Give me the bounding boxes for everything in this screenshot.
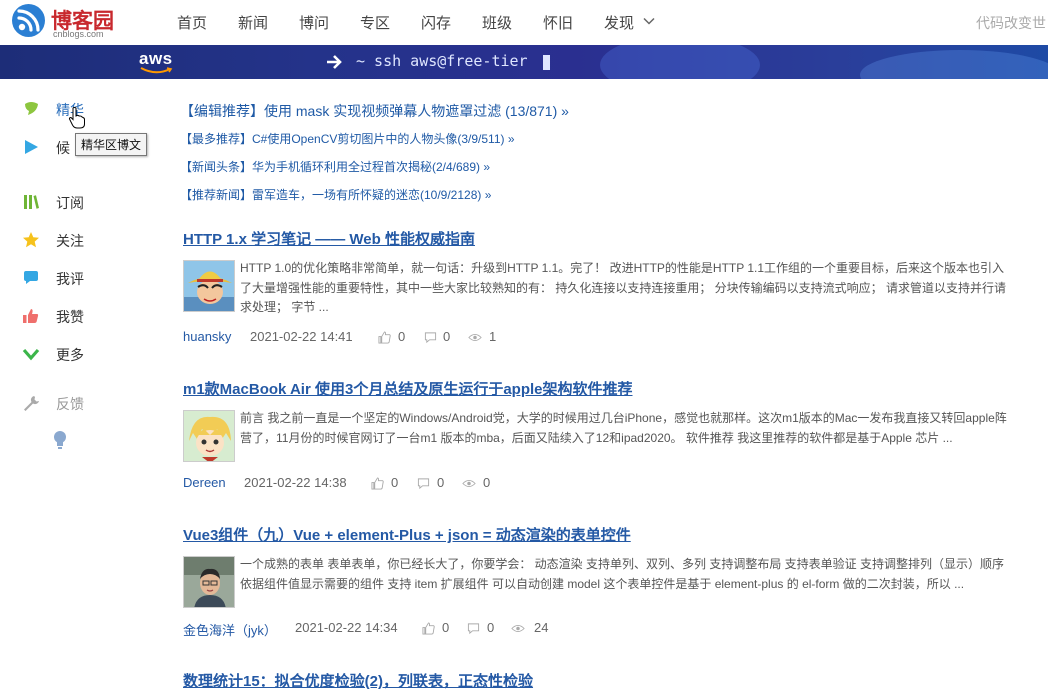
nav-nostalgia[interactable]: 怀旧 [543, 12, 573, 33]
post-title[interactable]: m1款MacBook Air 使用3个月总结及原生运行于apple架构软件推荐 [183, 378, 633, 399]
sidebar-item-my-likes[interactable]: 我赞 [22, 304, 152, 328]
post-comment-count: 0 [487, 620, 495, 635]
post-view-count: 1 [489, 329, 497, 344]
logo-subtitle: cnblogs.com [53, 29, 104, 39]
eye-icon [511, 625, 525, 632]
banner-command: ~ ssh aws@free-tier [356, 52, 528, 70]
post-like-count: 0 [391, 475, 399, 490]
post-summary: HTTP 1.0的优化策略非常简单，就一句话：升级到HTTP 1.1。完了！ 改… [240, 261, 1007, 314]
sidebar-item-featured[interactable]: 精华 [22, 97, 152, 121]
sidebar-item-label: 候 [56, 140, 70, 156]
eye-icon [468, 334, 482, 341]
books-icon [24, 195, 39, 209]
comment-icon[interactable] [424, 331, 437, 344]
nav-class[interactable]: 班级 [482, 12, 512, 33]
aws-ad-banner[interactable]: aws ~ ssh aws@free-tier [0, 45, 1048, 79]
sidebar-item-more[interactable]: 更多 [22, 342, 152, 366]
post-author[interactable]: 金色海洋（jyk） [183, 620, 277, 639]
sidebar-item-label: 订阅 [56, 195, 84, 211]
nav-zone[interactable]: 专区 [360, 12, 390, 33]
sidebar-item-label: 我赞 [56, 309, 84, 325]
terminal-cursor [543, 55, 550, 70]
sidebar-item-feedback[interactable]: 反馈 [22, 391, 152, 415]
tooltip: 精华区博文 [75, 133, 148, 156]
post-title[interactable]: HTTP 1.x 学习笔记 —— Web 性能权威指南 [183, 228, 475, 249]
post-meta: 金色海洋（jyk） 2021-02-22 14:34 0 0 24 [183, 618, 583, 638]
sidebar-item-label: 关注 [56, 233, 84, 249]
post-date: 2021-02-22 14:38 [244, 475, 347, 490]
rec-editor-pick[interactable]: 【编辑推荐】使用 mask 实现视频弹幕人物遮罩过滤 (13/871) » [180, 101, 569, 121]
rec-headline-news[interactable]: 【新闻头条】华为手机循环利用全过程首次揭秘(2/4/689) » [180, 158, 490, 175]
hand-cursor-icon [68, 107, 85, 129]
chevron-down-icon[interactable] [642, 14, 656, 28]
post-like-count: 0 [398, 329, 406, 344]
post-author[interactable]: huansky [183, 329, 231, 344]
post-title[interactable]: 数理统计15：拟合优度检验(2)，列联表，正态性检验 [183, 670, 533, 691]
avatar[interactable] [183, 556, 235, 608]
banner-decoration [860, 50, 1048, 79]
sidebar-item-subscribe[interactable]: 订阅 [22, 190, 152, 214]
play-icon [25, 140, 38, 154]
post-title[interactable]: Vue3组件（九）Vue + element-Plus + json = 动态渲… [183, 524, 631, 545]
post-view-count: 24 [534, 620, 549, 635]
nav-discover[interactable]: 发现 [604, 12, 634, 33]
post-author[interactable]: Dereen [183, 475, 226, 490]
post-comment-count: 0 [443, 329, 451, 344]
nav-home[interactable]: 首页 [177, 12, 207, 33]
nav-news[interactable]: 新闻 [238, 12, 268, 33]
wrench-icon [24, 396, 39, 411]
site-slogan: 代码改变世 [976, 15, 1046, 31]
top-navbar: 博客园 cnblogs.com 首页 新闻 博问 专区 闪存 班级 怀旧 发现 … [0, 0, 1048, 44]
sidebar-item-my-comments[interactable]: 我评 [22, 266, 152, 290]
comment-icon[interactable] [467, 622, 480, 635]
site-logo[interactable]: 博客园 cnblogs.com [12, 4, 122, 40]
thumbs-up-icon[interactable] [371, 477, 384, 490]
aws-smile-icon [140, 67, 173, 74]
post-summary: 一个成熟的表单 表单表单，你已经长大了，你要学会： 动态渲染 支持单列、双列、多… [240, 557, 1005, 591]
post-like-count: 0 [442, 620, 450, 635]
post-meta: huansky 2021-02-22 14:41 0 0 1 [183, 327, 583, 347]
comment-icon[interactable] [417, 477, 430, 490]
arrow-right-icon [327, 55, 342, 69]
avatar[interactable] [183, 410, 235, 462]
lightbulb-icon[interactable] [52, 430, 68, 450]
nav-flash[interactable]: 闪存 [421, 12, 451, 33]
avatar[interactable] [183, 260, 235, 312]
eye-icon [462, 480, 476, 487]
sidebar-item-label: 反馈 [56, 396, 84, 412]
thumbs-up-icon[interactable] [422, 622, 435, 635]
banner-decoration [600, 45, 760, 79]
thumbs-up-icon [23, 309, 39, 323]
rec-most-recommended[interactable]: 【最多推荐】C#使用OpenCV剪切图片中的人物头像(3/9/511) » [180, 130, 515, 147]
sidebar-item-label: 更多 [56, 347, 84, 363]
rss-logo-icon [12, 4, 45, 37]
diamond-icon [25, 102, 38, 115]
rec-recommended-news[interactable]: 【推荐新闻】雷军造车，一场有所怀疑的迷恋(10/9/2128) » [180, 186, 491, 203]
post-summary: 前言 我之前一直是一个坚定的Windows/Android党，大学的时候用过几台… [240, 411, 1007, 445]
post-date: 2021-02-22 14:41 [250, 329, 353, 344]
nav-questions[interactable]: 博问 [299, 12, 329, 33]
post-date: 2021-02-22 14:34 [295, 620, 398, 635]
aws-logo: aws [139, 49, 173, 68]
thumbs-up-icon[interactable] [378, 331, 391, 344]
post-meta: Dereen 2021-02-22 14:38 0 0 0 [183, 473, 583, 493]
chevron-down-icon [22, 348, 40, 361]
star-icon [23, 232, 39, 248]
post-comment-count: 0 [437, 475, 445, 490]
comment-icon [24, 271, 38, 284]
sidebar-item-follow[interactable]: 关注 [22, 228, 152, 252]
post-view-count: 0 [483, 475, 491, 490]
sidebar-item-label: 我评 [56, 271, 84, 287]
